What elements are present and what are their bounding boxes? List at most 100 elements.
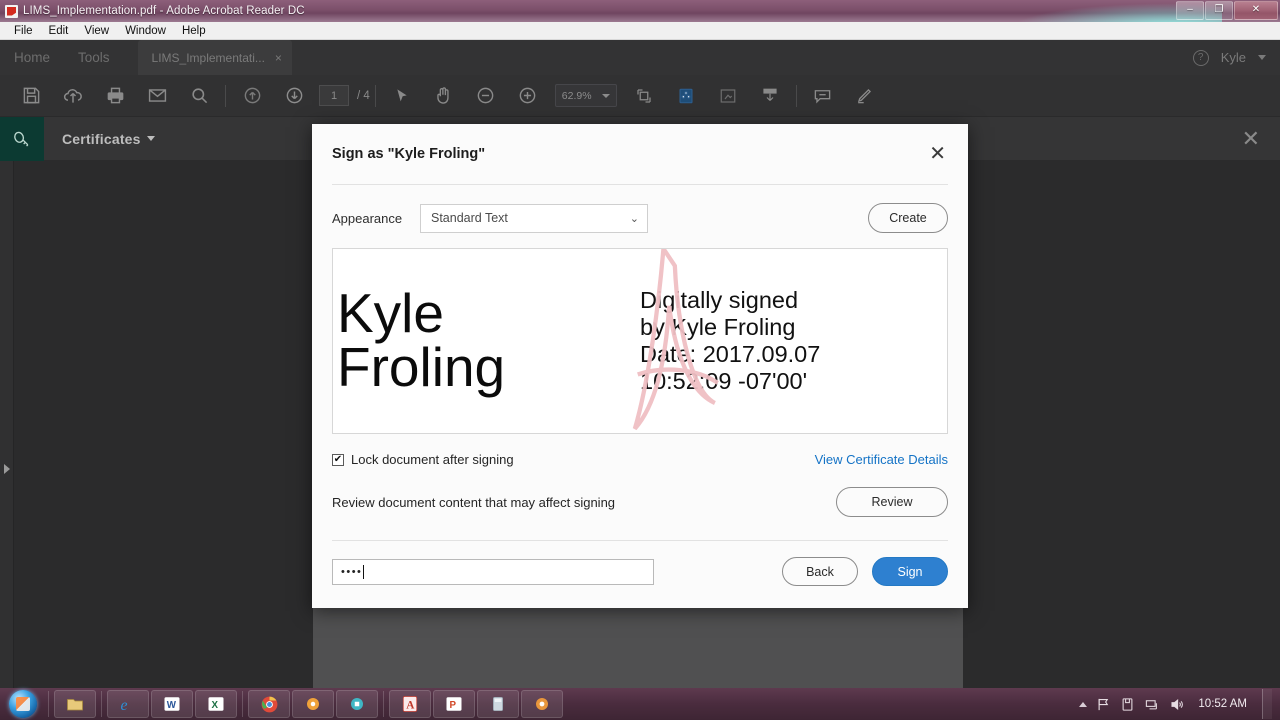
menu-item-file[interactable]: File <box>6 25 41 37</box>
tab-close-icon[interactable]: × <box>275 51 282 65</box>
taskbar-item-powerpoint[interactable]: P <box>433 690 475 718</box>
close-icon: ✕ <box>1251 4 1261 15</box>
certificates-label[interactable]: Certificates <box>62 131 141 147</box>
menu-item-edit[interactable]: Edit <box>41 25 77 37</box>
appearance-select[interactable]: Standard Text ⌄ <box>420 203 648 233</box>
page-thumbnails-icon[interactable] <box>665 75 707 117</box>
appearance-label: Appearance <box>332 210 403 226</box>
comment-icon[interactable] <box>802 75 844 117</box>
taskbar-item-app-orange[interactable] <box>292 690 334 718</box>
fit-width-icon[interactable] <box>707 75 749 117</box>
page-number-input[interactable]: 1 <box>319 85 349 106</box>
taskbar-item-app-purple[interactable] <box>521 690 563 718</box>
menu-item-help[interactable]: Help <box>174 25 214 37</box>
signature-detail-line3: Date: 2017.09.07 <box>640 341 821 367</box>
cursor-select-icon[interactable] <box>381 75 423 117</box>
taskbar-clock[interactable]: 10:52 AM <box>1198 698 1247 710</box>
tab-tools[interactable]: Tools <box>64 40 124 75</box>
toolbar-divider-2 <box>374 84 376 107</box>
chevron-down-icon[interactable] <box>146 136 155 141</box>
zoom-out-icon[interactable] <box>465 75 507 117</box>
save-icon[interactable] <box>10 75 52 117</box>
close-window-button[interactable]: ✕ <box>1234 1 1278 20</box>
calculator-icon <box>493 697 503 711</box>
hand-tool-icon[interactable] <box>423 75 465 117</box>
print-icon[interactable] <box>94 75 136 117</box>
zoom-level-select[interactable]: 62.9% <box>554 84 617 107</box>
powerpoint-icon: P <box>446 697 462 711</box>
menu-item-view[interactable]: View <box>76 25 117 37</box>
taskbar-item-chrome[interactable] <box>248 690 290 718</box>
maximize-icon: ❐ <box>1214 4 1224 15</box>
removable-media-icon[interactable] <box>1120 697 1135 712</box>
minimize-button[interactable]: – <box>1176 1 1204 20</box>
fit-page-icon[interactable] <box>623 75 665 117</box>
review-button[interactable]: Review <box>836 487 948 517</box>
close-dialog-button[interactable]: ✕ <box>929 144 946 164</box>
download-form-icon[interactable] <box>749 75 791 117</box>
menubar: File Edit View Window Help <box>0 22 1280 40</box>
menu-item-window[interactable]: Window <box>117 25 174 37</box>
taskbar-divider <box>383 691 384 717</box>
flag-action-center-icon[interactable] <box>1096 697 1111 712</box>
lock-document-checkbox[interactable]: ✔ <box>332 453 344 466</box>
sign-dialog: Sign as "Kyle Froling" ✕ Appearance Stan… <box>312 124 968 608</box>
back-button[interactable]: Back <box>782 557 858 586</box>
volume-icon[interactable] <box>1169 697 1185 712</box>
word-icon: W <box>164 697 180 711</box>
taskbar-item-internet-explorer[interactable]: e <box>107 690 149 718</box>
taskbar-item-word[interactable]: W <box>151 690 193 718</box>
sign-button[interactable]: Sign <box>872 557 948 586</box>
taskbar-item-windows-explorer[interactable] <box>54 690 96 718</box>
create-button[interactable]: Create <box>868 203 948 233</box>
password-input[interactable]: •••• <box>332 558 654 585</box>
navigation-rail <box>0 161 14 688</box>
network-icon[interactable] <box>1144 697 1160 712</box>
taskbar-item-app-cyan[interactable] <box>336 690 378 718</box>
windows-taskbar: e W X A P 10:52 AM <box>0 688 1280 720</box>
taskbar-item-excel[interactable]: X <box>195 690 237 718</box>
expand-panel-icon[interactable] <box>4 464 10 474</box>
svg-text:W: W <box>167 700 177 711</box>
taskbar-divider <box>48 691 49 717</box>
svg-text:A: A <box>406 700 415 712</box>
internet-explorer-icon: e <box>121 697 128 714</box>
window-controls: – ❐ ✕ <box>1176 1 1278 20</box>
zoom-in-icon[interactable] <box>507 75 549 117</box>
signature-detail-line4: 10:52:09 -07'00' <box>640 368 808 395</box>
toolbar-divider-3 <box>795 84 797 107</box>
chrome-icon <box>261 696 277 712</box>
tab-home[interactable]: Home <box>0 40 64 75</box>
start-button[interactable] <box>2 689 44 719</box>
chevron-down-icon[interactable] <box>1258 55 1266 60</box>
excel-icon: X <box>208 697 224 711</box>
zoom-level-value: 62.9% <box>561 89 592 102</box>
search-icon[interactable] <box>178 75 220 117</box>
tab-document-label: LIMS_Implementati... <box>151 50 265 65</box>
window-titlebar: LIMS_Implementation.pdf - Adobe Acrobat … <box>0 0 1280 22</box>
chevron-down-icon <box>601 93 610 98</box>
user-menu-label[interactable]: Kyle <box>1221 50 1246 65</box>
appearance-value: Standard Text <box>431 211 508 225</box>
taskbar-item-acrobat[interactable]: A <box>389 690 431 718</box>
show-hidden-icons-icon[interactable] <box>1079 701 1088 707</box>
acrobat-icon: A <box>402 696 418 712</box>
next-page-icon[interactable] <box>273 75 315 117</box>
show-desktop-button[interactable] <box>1262 689 1272 719</box>
tab-bar: Home Tools LIMS_Implementati... × ? Kyle <box>0 40 1280 75</box>
signature-preview[interactable]: Kyle Froling Digitally signed by Kyle Fr… <box>332 248 948 434</box>
highlight-icon[interactable] <box>844 75 886 117</box>
previous-page-icon[interactable] <box>231 75 273 117</box>
view-certificate-details-link[interactable]: View Certificate Details <box>815 452 948 467</box>
close-certificates-icon[interactable]: ✕ <box>1242 127 1260 150</box>
taskbar-divider <box>101 691 102 717</box>
maximize-button[interactable]: ❐ <box>1205 1 1233 20</box>
taskbar-item-calculator[interactable] <box>477 690 519 718</box>
email-icon[interactable] <box>136 75 178 117</box>
upload-cloud-icon[interactable] <box>52 75 94 117</box>
certificate-icon <box>0 116 44 161</box>
help-icon[interactable]: ? <box>1192 49 1209 66</box>
lock-document-label[interactable]: Lock document after signing <box>351 452 514 467</box>
signature-detail-line1: Digitally signed <box>640 286 799 313</box>
tab-document[interactable]: LIMS_Implementati... × <box>137 40 292 75</box>
